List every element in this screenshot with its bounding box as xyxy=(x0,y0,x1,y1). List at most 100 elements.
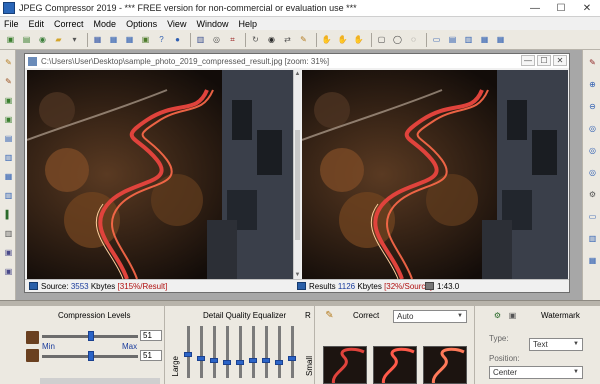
brush-icon[interactable]: ✎ xyxy=(297,33,310,46)
correct-preset-select[interactable]: Auto ▼ xyxy=(393,310,467,323)
watermark-position-select[interactable]: Center ▼ xyxy=(489,366,583,379)
equalizer-slider-thumb[interactable] xyxy=(262,358,270,363)
layout-grid-icon[interactable]: ▦ xyxy=(494,33,507,46)
select-tool-icon[interactable]: ✎ xyxy=(2,56,15,69)
menu-window[interactable]: Window xyxy=(196,19,228,29)
doc-minimize-button[interactable]: — xyxy=(521,55,535,66)
menu-correct[interactable]: Correct xyxy=(54,19,84,29)
equalizer-slider-track[interactable] xyxy=(239,326,242,378)
view-split-icon[interactable]: ▥ xyxy=(586,232,599,245)
source-image-pane[interactable] xyxy=(27,70,293,279)
equalizer-slider-track[interactable] xyxy=(200,326,203,378)
zoom-out-icon[interactable]: ⊖ xyxy=(586,100,599,113)
correct-thumbnail-2[interactable] xyxy=(373,346,417,384)
view-quad-icon[interactable]: ▦ xyxy=(586,254,599,267)
histogram-tool-icon[interactable]: ▥ xyxy=(2,227,15,240)
frame-tool-icon[interactable]: ▥ xyxy=(2,151,15,164)
select-ellipse-icon[interactable]: ◯ xyxy=(391,33,404,46)
dropdown-icon[interactable]: ▾ xyxy=(68,33,81,46)
doc-maximize-button[interactable]: ☐ xyxy=(537,55,551,66)
maximize-button[interactable]: ☐ xyxy=(548,0,574,17)
rotate-icon[interactable]: ↻ xyxy=(249,33,262,46)
equalizer-slider-track[interactable] xyxy=(291,326,294,378)
scroll-down-arrow-icon[interactable]: ▼ xyxy=(294,271,301,279)
export-icon[interactable]: ▣ xyxy=(139,33,152,46)
equalizer-slider-thumb[interactable] xyxy=(223,360,231,365)
equalizer-slider-track[interactable] xyxy=(265,326,268,378)
equalizer-slider-thumb[interactable] xyxy=(236,360,244,365)
zoom-100-icon[interactable]: ◎ xyxy=(586,144,599,157)
menu-edit[interactable]: Edit xyxy=(29,19,45,29)
zoom-icon[interactable]: ◎ xyxy=(210,33,223,46)
minimize-button[interactable]: — xyxy=(522,0,548,17)
compression-slider-2-thumb[interactable] xyxy=(88,351,94,361)
picker-tool-icon[interactable]: ✎ xyxy=(2,75,15,88)
zoom-custom-icon[interactable]: ◎ xyxy=(586,166,599,179)
equalizer-slider-thumb[interactable] xyxy=(197,356,205,361)
hand-right-icon[interactable]: ✋ xyxy=(352,33,365,46)
text-tool-icon[interactable]: ▤ xyxy=(2,132,15,145)
layout-quad-icon[interactable]: ▦ xyxy=(478,33,491,46)
save-icon[interactable]: ▦ xyxy=(91,33,104,46)
eye-icon[interactable]: ◉ xyxy=(265,33,278,46)
menu-view[interactable]: View xyxy=(167,19,186,29)
copy-tool-icon[interactable]: ▣ xyxy=(2,94,15,107)
flip-icon[interactable]: ⇄ xyxy=(281,33,294,46)
level-tool-icon[interactable]: ▌ xyxy=(2,208,15,221)
doc-close-button[interactable]: ✕ xyxy=(553,55,567,66)
equalizer-slider-track[interactable] xyxy=(226,326,229,378)
zoom-in-icon[interactable]: ⊕ xyxy=(586,78,599,91)
hand-left-icon[interactable]: ✋ xyxy=(336,33,349,46)
reload-icon[interactable]: ◉ xyxy=(36,33,49,46)
equalizer-slider-thumb[interactable] xyxy=(288,356,296,361)
hand-icon[interactable]: ✋ xyxy=(320,33,333,46)
watermark-type-select[interactable]: Text ▼ xyxy=(529,338,583,351)
close-button[interactable]: ✕ xyxy=(574,0,600,17)
info-icon[interactable]: ● xyxy=(171,33,184,46)
paste-tool-icon[interactable]: ▣ xyxy=(2,113,15,126)
menu-options[interactable]: Options xyxy=(126,19,157,29)
equalizer-reset-label[interactable]: R xyxy=(305,311,311,320)
correct-thumbnail-1[interactable] xyxy=(323,346,367,384)
layout-single-icon[interactable]: ▭ xyxy=(430,33,443,46)
equalizer-slider-thumb[interactable] xyxy=(184,352,192,357)
save-as-icon[interactable]: ▦ xyxy=(107,33,120,46)
equalizer-slider-track[interactable] xyxy=(252,326,255,378)
zoom-fit-icon[interactable]: ◎ xyxy=(586,122,599,135)
save-all-icon[interactable]: ▦ xyxy=(123,33,136,46)
grid-tool-icon[interactable]: ▦ xyxy=(2,170,15,183)
watermark-options-icon[interactable]: ▣ xyxy=(506,309,519,322)
select-free-icon[interactable]: ◌ xyxy=(407,33,420,46)
equalizer-slider-track[interactable] xyxy=(278,326,281,378)
layout-horizontal-icon[interactable]: ▤ xyxy=(446,33,459,46)
source-scroll-thumb[interactable] xyxy=(295,130,300,240)
crop-icon[interactable]: ⌗ xyxy=(226,33,239,46)
folder-icon[interactable]: ▰ xyxy=(52,33,65,46)
equalizer-slider-track[interactable] xyxy=(213,326,216,378)
open-folder-icon[interactable]: ▤ xyxy=(20,33,33,46)
compression-value-1[interactable]: 51 xyxy=(140,330,162,341)
menu-help[interactable]: Help xyxy=(238,19,257,29)
equalizer-slider-thumb[interactable] xyxy=(210,358,218,363)
pin-icon[interactable]: ✎ xyxy=(586,56,599,69)
correct-thumbnail-3[interactable] xyxy=(423,346,467,384)
select-rect-icon[interactable]: ▢ xyxy=(375,33,388,46)
compare-icon[interactable]: ▥ xyxy=(194,33,207,46)
compression-value-2[interactable]: 51 xyxy=(140,350,162,361)
watermark-enable-icon[interactable]: ⚙ xyxy=(491,309,504,322)
sharpen-tool-icon[interactable]: ▥ xyxy=(2,189,15,202)
equalizer-slider-thumb[interactable] xyxy=(275,360,283,365)
equalizer-slider-thumb[interactable] xyxy=(249,358,257,363)
scroll-up-arrow-icon[interactable]: ▲ xyxy=(294,70,301,78)
photo-tool-icon[interactable]: ▣ xyxy=(2,246,15,259)
palette-tool-icon[interactable]: ▣ xyxy=(2,265,15,278)
settings-icon[interactable]: ⚙ xyxy=(586,188,599,201)
compression-slider-1-thumb[interactable] xyxy=(88,331,94,341)
menu-mode[interactable]: Mode xyxy=(94,19,117,29)
open-icon[interactable]: ▣ xyxy=(4,33,17,46)
menu-file[interactable]: File xyxy=(4,19,19,29)
layout-vertical-icon[interactable]: ▥ xyxy=(462,33,475,46)
help-icon[interactable]: ? xyxy=(155,33,168,46)
result-image-pane[interactable] xyxy=(302,70,568,279)
source-vertical-scrollbar[interactable]: ▲ ▼ xyxy=(293,70,301,279)
